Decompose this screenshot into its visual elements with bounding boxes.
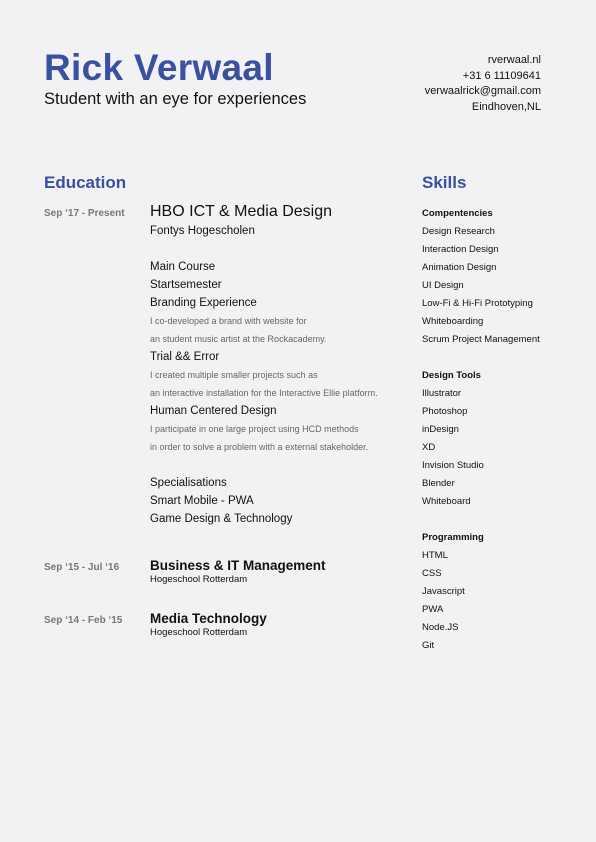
skills-heading: Skills [422,173,467,192]
course-title: Trial && Error [150,351,220,363]
main-course-label: Main Course [150,261,216,273]
program-title: Media Technology [150,611,267,626]
skill-item: Animation Design [422,262,497,273]
course-description: I participate in one large project using… [150,424,359,434]
course-description: in order to solve a problem with a exter… [150,442,369,452]
skill-item: HTML [422,550,448,561]
skill-item: CSS [422,568,442,579]
course-description: an interactive installation for the Inte… [150,388,378,398]
education-date: Sep ‘15 - Jul ‘16 [44,562,120,573]
skill-item: Git [422,640,435,651]
skill-item: Illustrator [422,388,462,399]
contact-phone[interactable]: +31 6 11109641 [425,69,541,85]
course-title: Branding Experience [150,297,257,309]
specialisation-item: Game Design & Technology [150,513,293,525]
course-description: I co-developed a brand with website for [150,316,307,326]
skill-item: Javascript [422,586,465,597]
skill-group-title: Compentencies [422,208,493,219]
course-title: Startsemester [150,279,222,291]
skill-item: Scrum Project Management [422,334,540,345]
course-description: an student music artist at the Rockacade… [150,334,327,344]
school-name: Hogeschool Rotterdam [150,627,248,638]
skill-item: Whiteboarding [422,316,484,327]
education-date: Sep ‘17 - Present [44,208,125,219]
program-title: Business & IT Management [150,558,326,573]
candidate-name: Rick Verwaal [44,47,274,88]
specialisation-item: Smart Mobile - PWA [150,495,254,507]
skills-list: Compentencies Design Research Interactio… [422,205,592,655]
skill-group-title: Design Tools [422,370,481,381]
skill-group-title: Programming [422,532,484,543]
specialisations-label: Specialisations [150,477,227,489]
school-name: Fontys Hogescholen [150,225,255,237]
skill-item: Invision Studio [422,460,484,471]
course-description: I created multiple smaller projects such… [150,370,318,380]
skill-item: inDesign [422,424,459,435]
education-heading: Education [44,173,127,192]
skill-item: Interaction Design [422,244,499,255]
tagline: Student with an eye for experiences [44,90,307,108]
education-entry: Business & IT Management Hogeschool Rott… [150,557,420,586]
skill-item: PWA [422,604,444,615]
skill-item: XD [422,442,436,453]
course-title: Human Centered Design [150,405,277,417]
education-entry: HBO ICT & Media Design Fontys Hogeschole… [150,202,420,528]
skill-item: UI Design [422,280,464,291]
skill-item: Photoshop [422,406,468,417]
school-name: Hogeschool Rotterdam [150,574,248,585]
contact-location: Eindhoven,NL [471,100,541,113]
contact-website[interactable]: rverwaal.nl [425,53,541,69]
skill-item: Whiteboard [422,496,471,507]
contact-email[interactable]: verwaalrick@gmail.com [425,84,541,100]
skill-item: Blender [422,478,455,489]
program-title: HBO ICT & Media Design [150,203,332,220]
skill-item: Low-Fi & Hi-Fi Prototyping [422,298,533,309]
skill-item: Node.JS [422,622,459,633]
education-entry: Media Technology Hogeschool Rotterdam [150,610,420,639]
skill-item: Design Research [422,226,495,237]
contact-block: rverwaal.nl +31 6 11109641 verwaalrick@g… [425,53,541,115]
education-date: Sep ‘14 - Feb ‘15 [44,615,123,626]
